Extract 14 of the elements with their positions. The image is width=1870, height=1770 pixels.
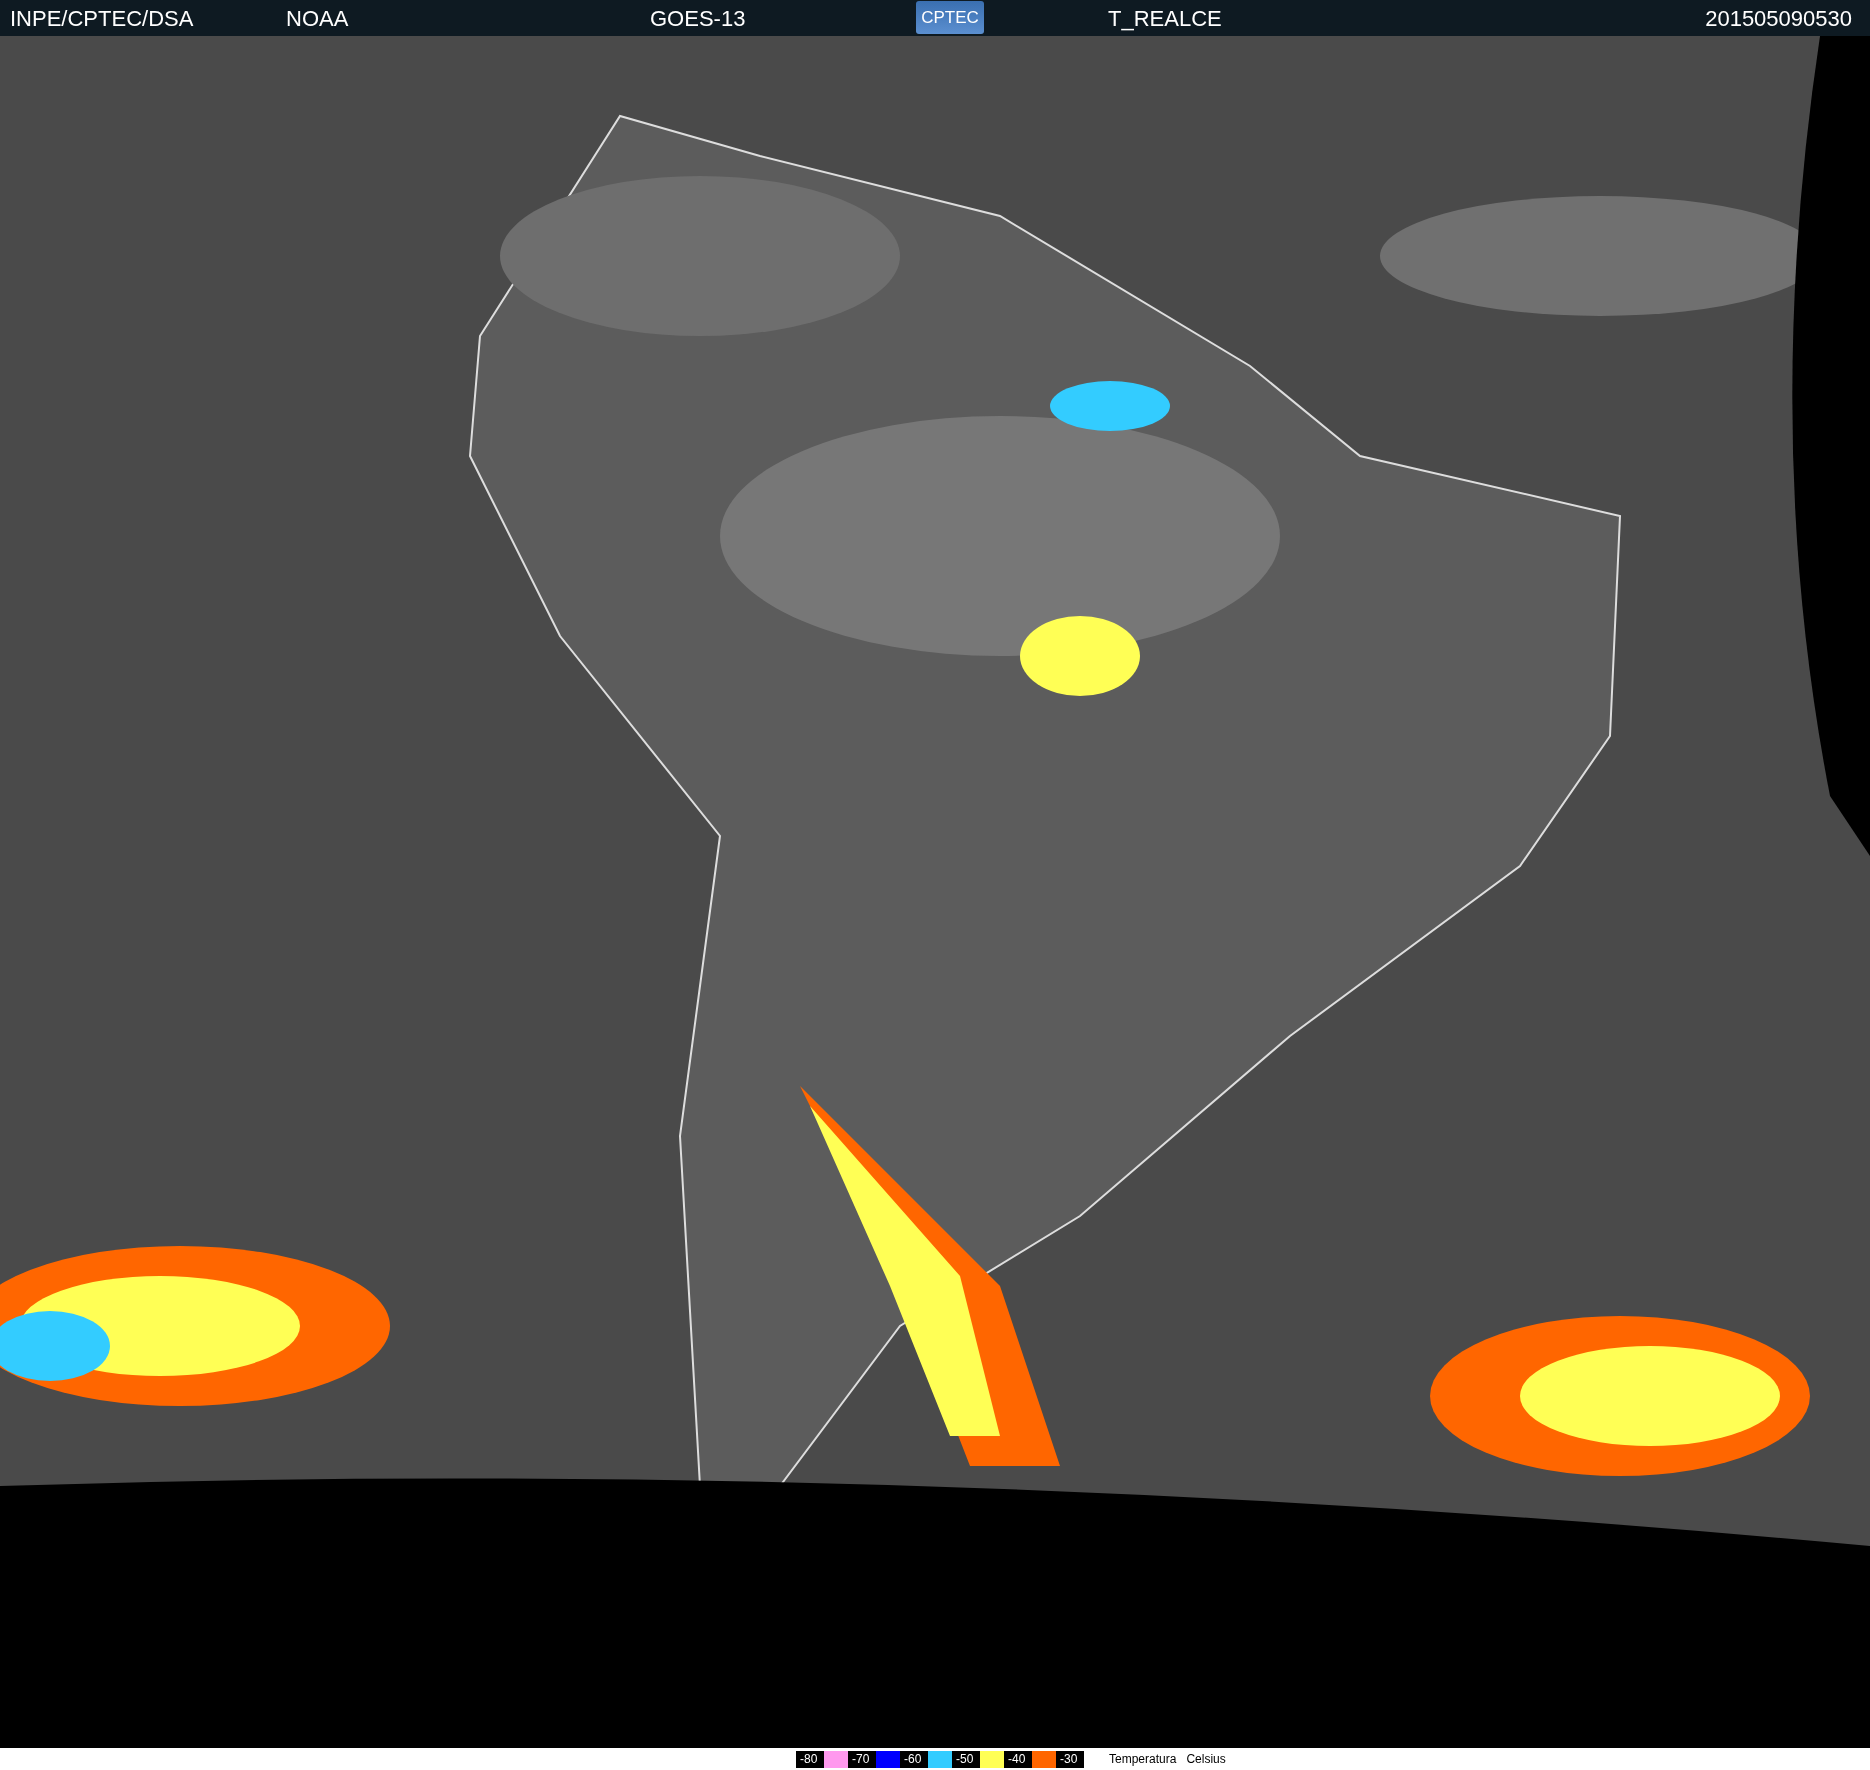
legend-label: -70 xyxy=(848,1750,876,1768)
logo: CPTEC xyxy=(916,1,984,34)
product-label: T_REALCE xyxy=(1108,6,1222,32)
legend-unit: Celsius xyxy=(1186,1752,1226,1766)
source-label: INPE/CPTEC/DSA xyxy=(10,6,194,32)
legend-label: -80 xyxy=(796,1750,824,1768)
legend-label: -40 xyxy=(1004,1750,1032,1768)
timestamp: 201505090530 xyxy=(1705,6,1852,32)
legend-label: -30 xyxy=(1056,1750,1084,1768)
legend-label: -50 xyxy=(952,1750,980,1768)
agency-label: NOAA xyxy=(286,6,349,32)
legend-title: Temperatura xyxy=(1109,1752,1177,1766)
satellite-label: GOES-13 xyxy=(650,6,746,32)
legend-label: -60 xyxy=(900,1750,928,1768)
